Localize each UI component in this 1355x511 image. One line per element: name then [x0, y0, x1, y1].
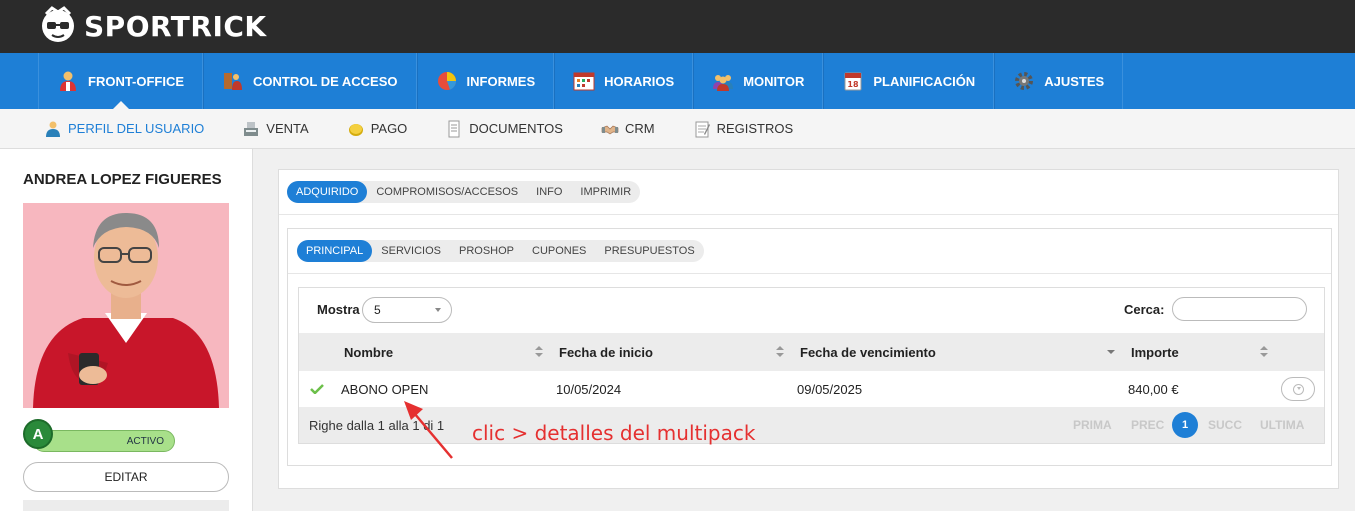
- sub-nav-label: PAGO: [370, 121, 408, 136]
- outer-tabs-divider: [279, 214, 1338, 215]
- main-nav-label: HORARIOS: [604, 73, 675, 89]
- edit-button[interactable]: EDITAR: [23, 462, 229, 492]
- column-header-nombre[interactable]: Nombre: [344, 333, 393, 371]
- cell-importe: 840,00 €: [1128, 381, 1179, 397]
- annotation-text: clic > detalles del multipack: [472, 421, 756, 445]
- tab-cupones[interactable]: CUPONES: [523, 240, 595, 262]
- sub-nav-documentos[interactable]: DOCUMENTOS: [445, 120, 563, 138]
- coin-icon: [348, 123, 363, 136]
- svg-text:18: 18: [848, 80, 860, 89]
- pager-first[interactable]: PRIMA: [1073, 407, 1112, 443]
- brand-logo[interactable]: SPORTRICK: [38, 4, 267, 48]
- access-control-icon: [224, 73, 243, 90]
- calendar-icon: 18: [844, 72, 862, 91]
- chevron-down-icon: [435, 308, 441, 312]
- tab-imprimir[interactable]: IMPRIMIR: [571, 181, 640, 203]
- sub-nav-pago[interactable]: PAGO: [347, 120, 408, 138]
- sub-nav-registros[interactable]: REGISTROS: [693, 120, 794, 138]
- sub-nav-label: PERFIL DEL USUARIO: [68, 121, 205, 136]
- status-letter: A: [23, 419, 53, 449]
- handshake-icon: [601, 125, 619, 134]
- tab-info[interactable]: INFO: [527, 181, 571, 203]
- check-icon: [310, 384, 324, 394]
- show-entries-value: 5: [374, 303, 381, 317]
- calendar-grid-icon: [573, 72, 595, 91]
- pager-prev[interactable]: PREC: [1131, 407, 1164, 443]
- sort-icon: [535, 346, 543, 358]
- sort-icon: [1260, 346, 1268, 358]
- main-nav-front-office[interactable]: FRONT-OFFICE: [38, 53, 204, 110]
- main-nav-label: INFORMES: [466, 73, 536, 89]
- person-icon: [46, 121, 60, 137]
- outer-tabs: ADQUIRIDO COMPROMISOS/ACCESOS INFO IMPRI…: [287, 181, 641, 203]
- tab-presupuestos[interactable]: PRESUPUESTOS: [595, 240, 703, 262]
- cash-register-icon: [244, 121, 259, 136]
- download-icon: [1292, 383, 1304, 395]
- show-entries-label: Mostra: [317, 302, 360, 317]
- sort-icon: [776, 346, 784, 358]
- cell-fecha-vencimiento: 09/05/2025: [797, 381, 863, 397]
- inner-tabs: PRINCIPAL SERVICIOS PROSHOP CUPONES PRES…: [297, 240, 704, 262]
- table-header: Nombre Fecha de inicio Fecha de vencimie…: [299, 333, 1324, 371]
- column-header-fecha-inicio[interactable]: Fecha de inicio: [559, 333, 653, 371]
- column-header-fecha-vencimiento[interactable]: Fecha de vencimiento: [800, 333, 936, 371]
- annotation-arrow-icon: [404, 401, 453, 459]
- tab-proshop[interactable]: PROSHOP: [450, 240, 523, 262]
- sub-nav-venta[interactable]: VENTA: [242, 120, 309, 138]
- main-nav: FRONT-OFFICE CONTROL DE ACCESO INFORMES …: [0, 53, 1355, 110]
- user-photo-icon: [23, 203, 229, 408]
- user-icon: [60, 71, 76, 91]
- sub-nav: PERFIL DEL USUARIO VENTA PAGO DOCUMENTOS…: [0, 109, 1355, 149]
- tab-adquirido[interactable]: ADQUIRIDO: [287, 181, 368, 203]
- avatar: [23, 203, 229, 408]
- sub-nav-label: REGISTROS: [716, 121, 794, 136]
- gear-icon: [1015, 72, 1034, 90]
- sub-nav-label: VENTA: [266, 121, 309, 136]
- main-nav-monitor[interactable]: MONITOR: [693, 53, 824, 109]
- notepad-icon: [695, 121, 710, 137]
- inner-tabs-divider: [288, 273, 1331, 274]
- pager-current[interactable]: 1: [1172, 412, 1198, 438]
- search-label: Cerca:: [1124, 302, 1165, 317]
- main-nav-ajustes[interactable]: AJUSTES: [994, 53, 1124, 109]
- pie-chart-icon: [437, 72, 456, 90]
- pager-next[interactable]: SUCC: [1208, 407, 1242, 443]
- column-header-importe[interactable]: Importe: [1131, 333, 1179, 371]
- search-input[interactable]: [1172, 297, 1307, 321]
- brand-name: SPORTRICK: [84, 9, 267, 43]
- status-badge: ACTIVO: [33, 430, 175, 452]
- cell-fecha-inicio: 10/05/2024: [556, 381, 622, 397]
- user-status: ACTIVO A: [23, 419, 175, 455]
- tab-compromisos-accesos[interactable]: COMPROMISOS/ACCESOS: [367, 181, 527, 203]
- sub-nav-perfil-del-usuario[interactable]: PERFIL DEL USUARIO: [44, 120, 204, 138]
- group-icon: [713, 75, 734, 91]
- document-icon: [448, 120, 460, 137]
- sub-nav-label: DOCUMENTOS: [469, 121, 563, 136]
- brand-logo-icon: [42, 6, 74, 42]
- main-nav-label: PLANIFICACIÓN: [873, 73, 976, 89]
- user-name: ANDREA LOPEZ FIGUERES: [23, 171, 222, 188]
- pager-last[interactable]: ULTIMA: [1260, 407, 1304, 443]
- main-nav-label: CONTROL DE ACCESO: [253, 73, 398, 89]
- sub-nav-crm[interactable]: CRM: [601, 120, 655, 138]
- show-entries-select[interactable]: 5: [362, 297, 452, 323]
- row-action-button[interactable]: [1281, 377, 1315, 401]
- main-nav-label: AJUSTES: [1044, 73, 1105, 89]
- tab-servicios[interactable]: SERVICIOS: [372, 240, 450, 262]
- sub-nav-label: CRM: [624, 121, 655, 136]
- main-nav-label: MONITOR: [743, 73, 805, 89]
- user-sidebar: ANDREA LOPEZ FIGUERES ACTIVO A EDITAR: [0, 149, 253, 511]
- main-nav-control-de-acceso[interactable]: CONTROL DE ACCESO: [203, 53, 417, 109]
- sort-desc-icon: [1107, 346, 1115, 358]
- main-nav-label: FRONT-OFFICE: [88, 73, 185, 89]
- tab-principal[interactable]: PRINCIPAL: [297, 240, 373, 262]
- main-nav-planificacion[interactable]: 18 PLANIFICACIÓN: [823, 53, 995, 109]
- top-bar: SPORTRICK: [0, 0, 1355, 53]
- main-nav-informes[interactable]: INFORMES: [416, 53, 555, 109]
- main-nav-horarios[interactable]: HORARIOS: [554, 53, 694, 109]
- sidebar-divider: [23, 500, 229, 511]
